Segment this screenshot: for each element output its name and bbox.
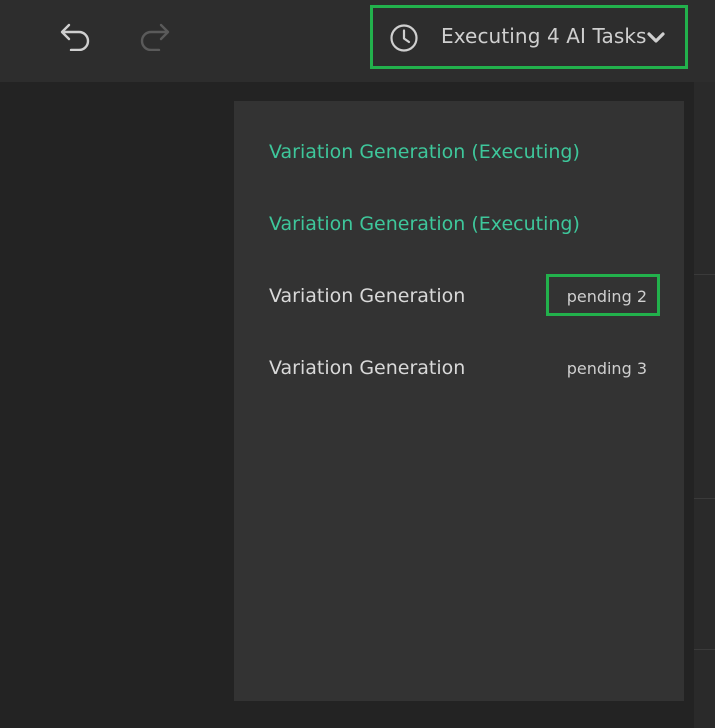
divider	[694, 498, 715, 499]
redo-button[interactable]	[136, 18, 172, 54]
undo-icon	[60, 23, 90, 51]
divider	[694, 649, 715, 650]
task-status-badge: pending 3	[566, 359, 647, 378]
pending-status-highlight	[546, 274, 660, 316]
task-name: Variation Generation (Executing)	[269, 141, 580, 163]
ai-tasks-dropdown-button[interactable]: Executing 4 AI Tasks	[370, 5, 688, 69]
divider	[694, 274, 715, 275]
task-name: Variation Generation	[269, 285, 466, 307]
redo-icon	[140, 23, 170, 51]
task-item[interactable]: Variation Generation (Executing)	[269, 139, 664, 169]
task-item[interactable]: Variation Generation pending 3	[269, 355, 664, 385]
task-name: Variation Generation (Executing)	[269, 213, 580, 235]
ai-tasks-panel: Variation Generation (Executing) Variati…	[234, 101, 684, 701]
chevron-down-icon	[647, 32, 665, 43]
undo-button[interactable]	[58, 18, 94, 54]
clock-icon	[390, 24, 418, 52]
task-name: Variation Generation	[269, 357, 466, 379]
right-side-panel-edge	[694, 82, 715, 728]
top-toolbar: Executing 4 AI Tasks	[0, 0, 715, 82]
task-item[interactable]: Variation Generation (Executing)	[269, 211, 664, 241]
ai-tasks-label: Executing 4 AI Tasks	[441, 24, 647, 48]
